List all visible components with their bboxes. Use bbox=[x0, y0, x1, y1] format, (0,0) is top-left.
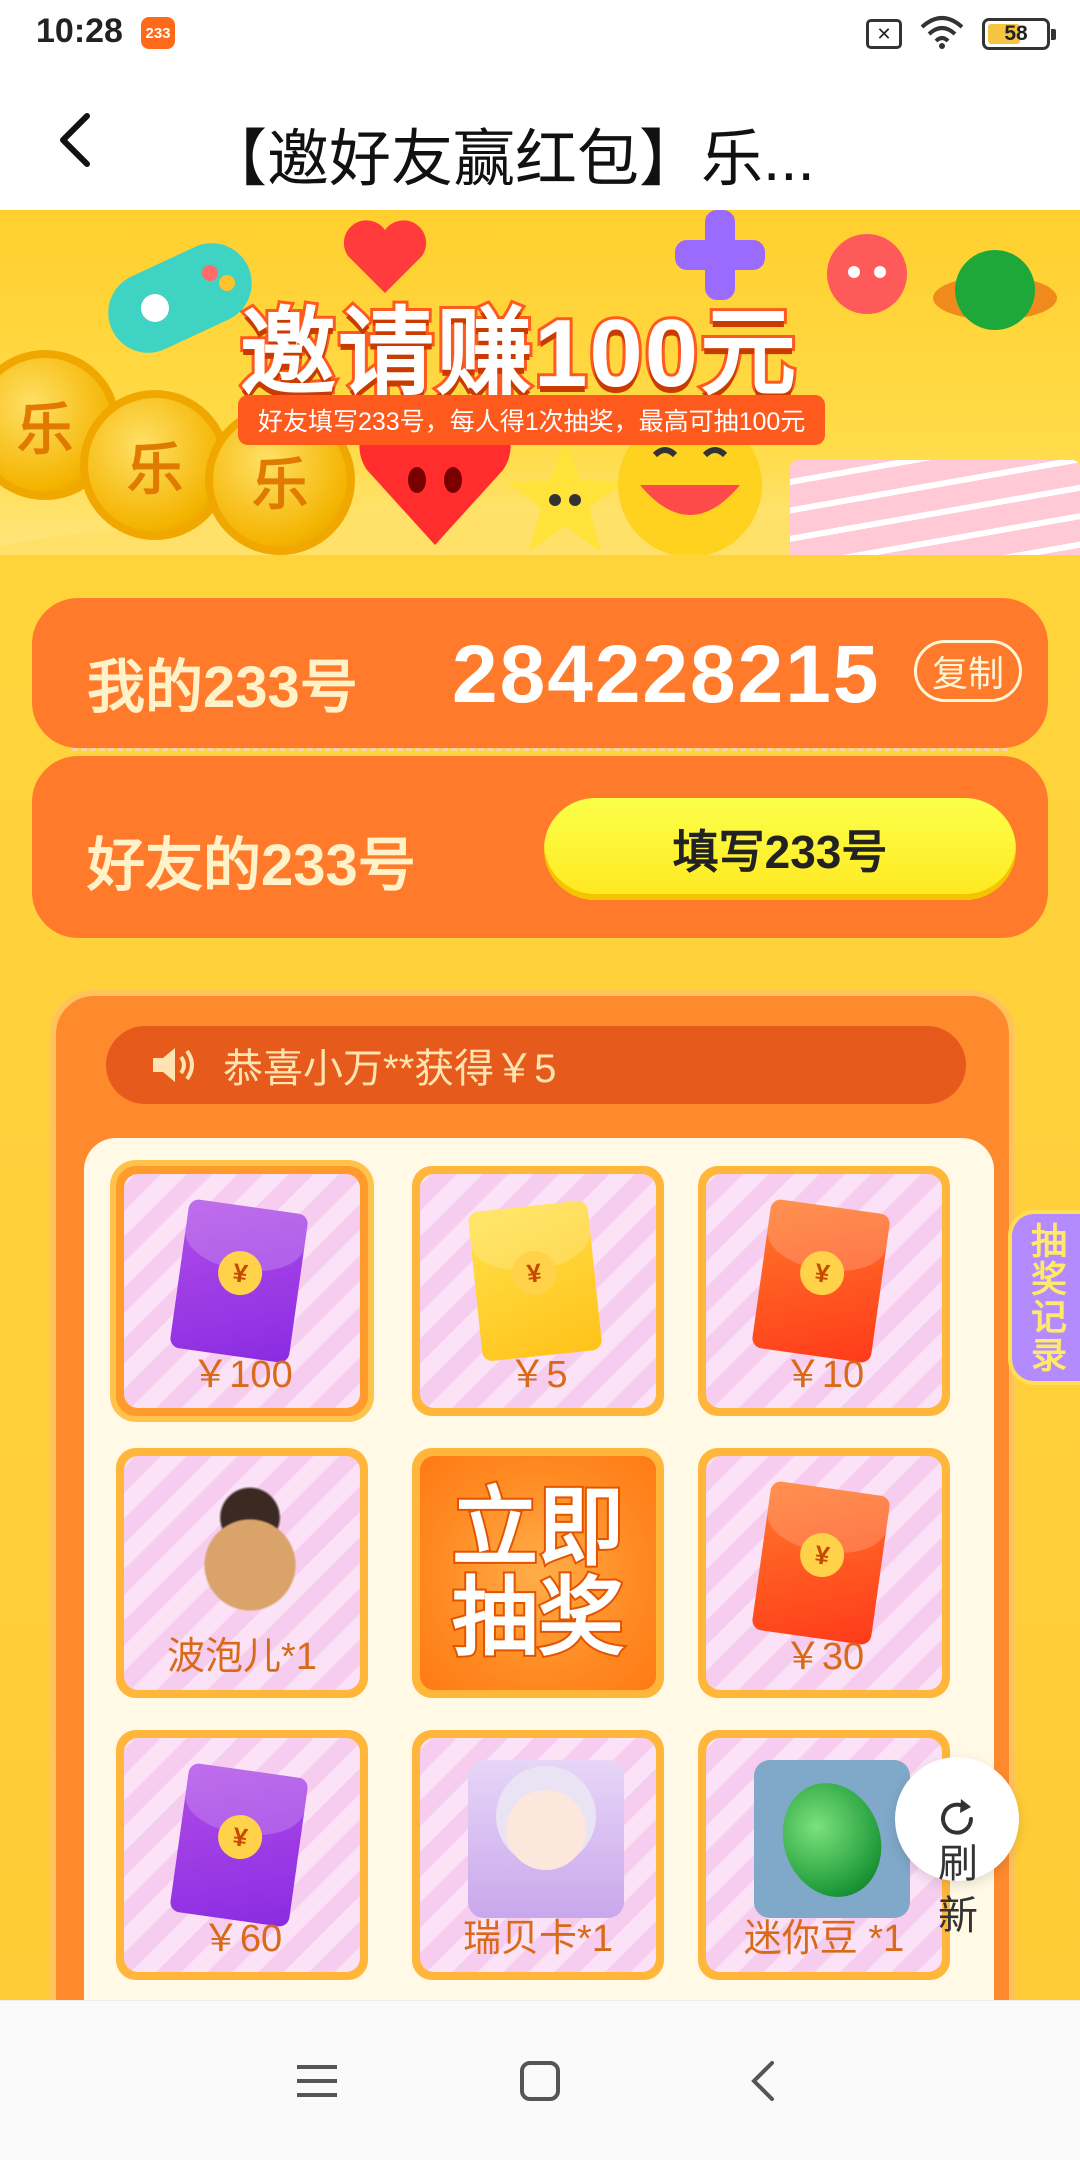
nav-back-button[interactable] bbox=[728, 2049, 798, 2113]
lottery-record-tab[interactable]: 抽奖记录 bbox=[1008, 1210, 1080, 1385]
app-badge-icon: 233 bbox=[141, 17, 175, 49]
ticker-text: 恭喜小万**获得￥5 bbox=[223, 1047, 557, 1091]
back-button[interactable] bbox=[40, 100, 110, 180]
planet-icon bbox=[933, 250, 1057, 330]
my-id-row: 我的233号 284228215 复制 bbox=[32, 598, 1048, 748]
green-bean-icon bbox=[754, 1760, 910, 1918]
friend-id-label: 好友的233号 bbox=[87, 833, 416, 898]
prize-cell: ¥ ￥10 bbox=[698, 1166, 950, 1416]
home-button[interactable] bbox=[505, 2049, 575, 2113]
sim-off-icon: ✕ bbox=[866, 19, 902, 49]
prize-cell: ¥ ￥5 bbox=[412, 1166, 664, 1416]
battery-level: 58 bbox=[1004, 22, 1028, 45]
anime-girl-icon bbox=[468, 1760, 624, 1918]
menu-button[interactable] bbox=[282, 2049, 352, 2113]
prize-label: ￥5 bbox=[508, 1354, 568, 1396]
prize-label: 瑞贝卡*1 bbox=[463, 1918, 613, 1960]
copy-button[interactable]: 复制 bbox=[914, 640, 1022, 702]
refresh-label: 刷新 bbox=[938, 1842, 978, 1938]
draw-now-button[interactable]: 立即抽奖 bbox=[412, 1448, 664, 1698]
money-stack-icon bbox=[790, 460, 1080, 555]
speaker-icon bbox=[153, 1048, 194, 1082]
divider bbox=[72, 748, 1008, 751]
pirate-pet-icon bbox=[172, 1478, 328, 1636]
refresh-icon bbox=[941, 1799, 973, 1835]
prize-cell: ¥ ￥100 bbox=[116, 1166, 368, 1416]
banner-subtitle: 好友填写233号，每人得1次抽奖，最高可抽100元 bbox=[238, 395, 826, 445]
prize-label: 迷你豆 *1 bbox=[743, 1918, 905, 1960]
my-id-number: 284228215 bbox=[452, 629, 881, 720]
prize-label: 波泡儿*1 bbox=[167, 1636, 317, 1678]
id-panel: 我的233号 284228215 复制 好友的233号 填写233号 bbox=[32, 598, 1048, 938]
purple-red-envelope-icon: ¥ bbox=[169, 1762, 309, 1928]
title-bar: 【邀好友赢红包】乐... bbox=[0, 70, 1080, 210]
prize-label: ￥60 bbox=[201, 1918, 283, 1960]
battery-icon: 58 bbox=[982, 18, 1056, 50]
wifi-icon bbox=[920, 15, 964, 54]
gold-red-envelope-icon: ¥ bbox=[467, 1200, 603, 1362]
lottery-panel: 恭喜小万**获得￥5 ¥ ￥100 ¥ ￥5 ¥ ￥10 波泡儿*1 立即抽奖 … bbox=[50, 990, 1015, 2000]
page-title: 【邀好友赢红包】乐... bbox=[205, 125, 815, 194]
prize-cell: 瑞贝卡*1 bbox=[412, 1730, 664, 1980]
friend-id-row: 好友的233号 填写233号 bbox=[32, 756, 1048, 938]
my-id-label: 我的233号 bbox=[87, 655, 358, 720]
winner-ticker: 恭喜小万**获得￥5 bbox=[106, 1026, 966, 1104]
status-icons: ✕ 58 bbox=[866, 14, 1056, 54]
menu-icon bbox=[297, 2065, 337, 2097]
prize-cell: ¥ ￥60 bbox=[116, 1730, 368, 1980]
chevron-left-icon bbox=[60, 113, 90, 167]
content-area: 乐 乐 乐 邀请赚100元 好友填写233号，每人得1次抽奖，最高可抽100元 … bbox=[0, 210, 1080, 2000]
prize-cell: 波泡儿*1 bbox=[116, 1448, 368, 1698]
orange-red-envelope-icon: ¥ bbox=[751, 1480, 891, 1646]
back-triangle-icon bbox=[751, 2061, 774, 2101]
invite-banner: 乐 乐 乐 邀请赚100元 好友填写233号，每人得1次抽奖，最高可抽100元 bbox=[0, 210, 1080, 555]
system-nav-bar bbox=[0, 2000, 1080, 2160]
status-bar: 10:28 233 ✕ 58 bbox=[0, 0, 1080, 70]
chat-bubble-icon bbox=[827, 234, 907, 314]
purple-red-envelope-icon: ¥ bbox=[169, 1198, 309, 1364]
prize-grid: ¥ ￥100 ¥ ￥5 ¥ ￥10 波泡儿*1 立即抽奖 ¥ ￥30 ¥ ￥60… bbox=[84, 1138, 994, 2000]
prize-label: ￥30 bbox=[783, 1636, 865, 1678]
status-time: 10:28 bbox=[36, 12, 123, 50]
fill-id-button[interactable]: 填写233号 bbox=[544, 798, 1016, 900]
prize-cell: ¥ ￥30 bbox=[698, 1448, 950, 1698]
prize-label: ￥100 bbox=[191, 1354, 293, 1396]
lottery-record-label: 抽奖记录 bbox=[1026, 1221, 1067, 1374]
orange-red-envelope-icon: ¥ bbox=[751, 1198, 891, 1364]
draw-now-label: 立即抽奖 bbox=[450, 1479, 626, 1666]
banner-title: 邀请赚100元 bbox=[237, 297, 799, 410]
prize-label: ￥10 bbox=[783, 1354, 865, 1396]
home-square-icon bbox=[520, 2061, 560, 2101]
